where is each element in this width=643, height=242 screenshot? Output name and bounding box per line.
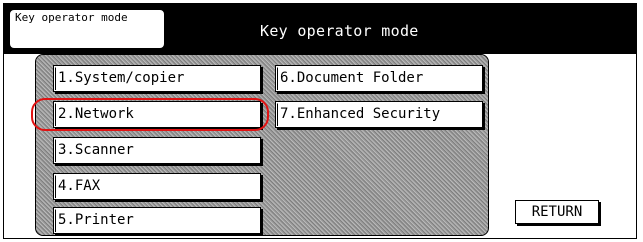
menu-button-label: 2.Network — [58, 106, 134, 122]
mode-tab: Key operator mode — [9, 9, 165, 49]
menu-button-label: 6.Document Folder — [280, 70, 424, 86]
menu-button-document-folder[interactable]: 6.Document Folder — [275, 65, 483, 92]
menu-button-network[interactable]: 2.Network — [53, 101, 261, 128]
menu-button-scanner[interactable]: 3.Scanner — [53, 137, 261, 164]
return-button-label: RETURN — [531, 204, 583, 220]
menu-button-printer[interactable]: 5.Printer — [53, 207, 261, 234]
screen-title: Key operator mode — [260, 22, 419, 40]
menu-button-label: 3.Scanner — [58, 142, 134, 158]
header-bar: Key operator mode Key operator mode — [4, 4, 636, 54]
menu-button-label: 7.Enhanced Security — [280, 106, 441, 122]
mode-tab-label: Key operator mode — [15, 11, 128, 24]
menu-button-label: 1.System/copier — [58, 70, 185, 86]
menu-button-label: 4.FAX — [58, 178, 101, 194]
return-button[interactable]: RETURN — [515, 200, 599, 224]
menu-button-enhanced-security[interactable]: 7.Enhanced Security — [275, 101, 483, 128]
menu-button-fax[interactable]: 4.FAX — [53, 173, 261, 200]
menu-button-system-copier[interactable]: 1.System/copier — [53, 65, 261, 92]
menu-button-label: 5.Printer — [58, 212, 134, 228]
